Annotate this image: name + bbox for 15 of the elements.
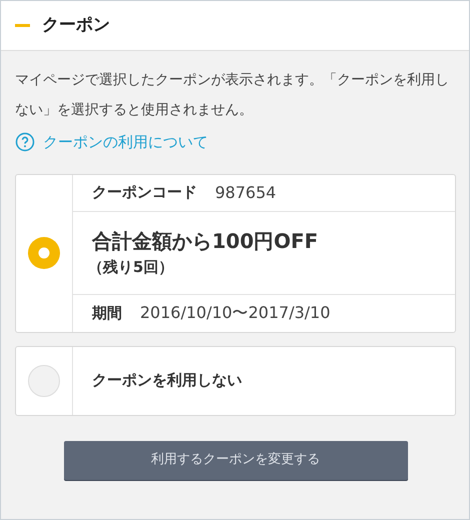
help-icon xyxy=(15,132,35,152)
radio-button[interactable] xyxy=(28,237,60,269)
coupon-code: 987654 xyxy=(215,182,276,204)
coupon-title: 合計金額から100円OFF xyxy=(92,228,320,256)
header-accent xyxy=(15,24,30,27)
help-link[interactable]: クーポンの利用について xyxy=(15,131,456,154)
remaining-count: （残り5回） xyxy=(88,257,174,278)
radio-button[interactable] xyxy=(28,364,60,396)
period-label: 期間 xyxy=(92,302,122,324)
coupon-period: 2016/10/10〜2017/3/10 xyxy=(140,302,330,324)
description-text: マイページで選択したクーポンが表示されます。「クーポンを利用しない」を選択すると使用されません。 xyxy=(15,71,450,120)
section-title: クーポン xyxy=(42,14,110,37)
change-coupon-button[interactable]: 利用するクーポンを変更する xyxy=(64,440,408,480)
code-label: クーポンコード xyxy=(92,182,197,204)
option-label: クーポンを利用しない xyxy=(92,370,242,392)
